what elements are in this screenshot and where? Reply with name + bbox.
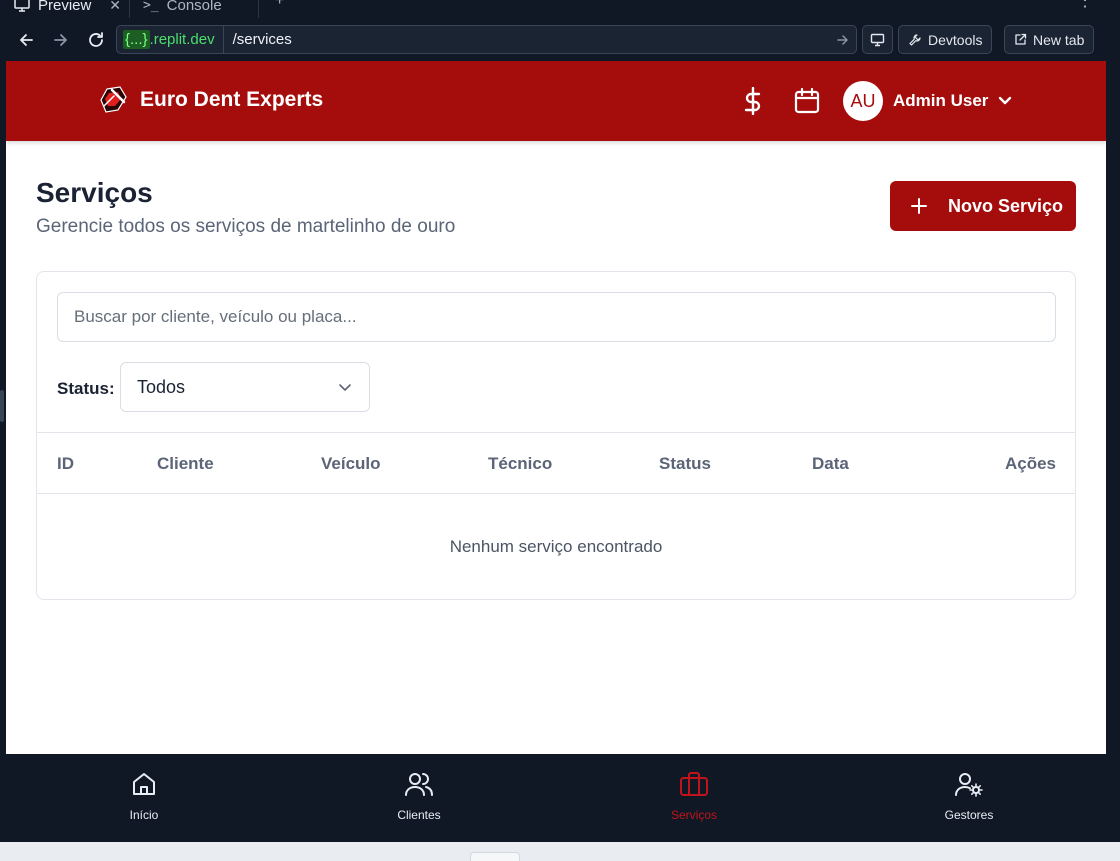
monitor-icon: [14, 0, 30, 12]
column-header-acoes: Ações: [1004, 454, 1056, 473]
external-link-icon: [1015, 33, 1027, 45]
url-host: {...} .replit.dev: [117, 26, 224, 53]
tab-strip: Preview ✕ >_ Console + ⋮: [0, 0, 1120, 18]
address-bar[interactable]: {...} .replit.dev /services: [116, 25, 857, 54]
avatar: AU: [843, 81, 883, 121]
more-options-icon[interactable]: ⋮: [1076, 0, 1094, 11]
resize-handle[interactable]: [0, 390, 4, 422]
tab-preview[interactable]: Preview ✕: [0, 0, 130, 18]
url-host-suffix: .replit.dev: [149, 31, 215, 48]
devtools-button[interactable]: Devtools: [898, 25, 993, 54]
brand[interactable]: Euro Dent Experts: [98, 83, 323, 117]
browser-window: Preview ✕ >_ Console + ⋮ {...} .replit.d…: [0, 0, 1120, 861]
nav-label: Serviços: [670, 808, 717, 822]
nav-label: Gestores: [944, 808, 994, 822]
column-header-status[interactable]: Status: [659, 454, 711, 474]
url-host-badge: {...}: [123, 30, 150, 49]
browser-toolbar: {...} .replit.dev /services Devtools New…: [0, 18, 1120, 61]
page-title: Serviços: [36, 177, 153, 208]
empty-state-message: Nenhum serviço encontrado: [449, 537, 663, 556]
new-service-label: Novo Serviço: [948, 195, 1064, 216]
nav-label: Clientes: [397, 808, 441, 822]
screen-icon: [870, 33, 885, 46]
column-header-tecnico[interactable]: Técnico: [488, 454, 552, 474]
home-icon: [133, 773, 155, 795]
nav-item-servicos[interactable]: Serviços: [634, 770, 754, 822]
nav-item-clientes[interactable]: Clientes: [359, 770, 479, 822]
services-card: Status: Todos ID Cliente Veículo Técnico…: [36, 271, 1076, 600]
dent-hammer-logo-icon: [100, 86, 127, 113]
table-header: ID Cliente Veículo Técnico Status Data A…: [37, 432, 1075, 494]
app-viewport: Euro Dent Experts AU Admin User Serviços…: [6, 61, 1106, 754]
page-subtitle: Gerencie todos os serviços de martelinho…: [36, 216, 456, 237]
new-tab-button[interactable]: New tab: [1004, 25, 1095, 54]
search-input[interactable]: [57, 292, 1056, 342]
bottom-navigation: Início Clientes Serviços Gestores: [6, 754, 1106, 836]
user-menu[interactable]: AU Admin User: [843, 81, 1012, 121]
column-header-cliente[interactable]: Cliente: [157, 454, 214, 474]
calendar-icon[interactable]: [792, 86, 822, 116]
chevron-down-icon: [339, 384, 351, 391]
tab-label: Preview: [38, 0, 92, 14]
user-name: Admin User: [893, 91, 989, 110]
column-header-id[interactable]: ID: [57, 454, 74, 474]
wrench-icon: [909, 33, 921, 46]
dollar-icon[interactable]: [738, 86, 768, 116]
status-select[interactable]: Todos: [120, 362, 370, 412]
new-tab-plus-icon[interactable]: +: [275, 0, 284, 10]
devtools-label: Devtools: [928, 31, 983, 48]
nav-item-gestores[interactable]: Gestores: [909, 770, 1029, 822]
briefcase-icon: [680, 772, 708, 796]
forward-arrow-icon[interactable]: [49, 28, 73, 52]
nav-label: Início: [129, 808, 159, 822]
nav-item-inicio[interactable]: Início: [84, 770, 204, 822]
column-header-data[interactable]: Data: [812, 454, 849, 474]
brand-name: Euro Dent Experts: [140, 88, 324, 111]
url-path[interactable]: /services: [224, 31, 830, 48]
reload-icon[interactable]: [84, 28, 108, 52]
go-arrow-icon[interactable]: [830, 33, 856, 47]
new-service-button[interactable]: Novo Serviço: [890, 181, 1076, 231]
user-gear-icon: [955, 773, 983, 797]
back-arrow-icon[interactable]: [14, 28, 38, 52]
close-tab-icon[interactable]: ✕: [109, 0, 121, 14]
chevron-down-icon: [999, 96, 1012, 105]
app-header: Euro Dent Experts AU Admin User: [6, 61, 1106, 141]
tab-console[interactable]: >_ Console: [131, 0, 259, 18]
plus-icon: [911, 198, 927, 214]
tab-label: Console: [166, 0, 222, 14]
status-select-value: Todos: [137, 376, 186, 397]
users-icon: [405, 773, 433, 796]
status-filter-label: Status:: [57, 379, 115, 398]
new-tab-label: New tab: [1033, 31, 1085, 48]
taskbar-fragment: [470, 852, 520, 861]
terminal-icon: >_: [143, 0, 159, 13]
host-window-edge: [0, 842, 1120, 861]
device-preview-button[interactable]: [862, 25, 893, 54]
column-header-veiculo[interactable]: Veículo: [321, 454, 381, 474]
